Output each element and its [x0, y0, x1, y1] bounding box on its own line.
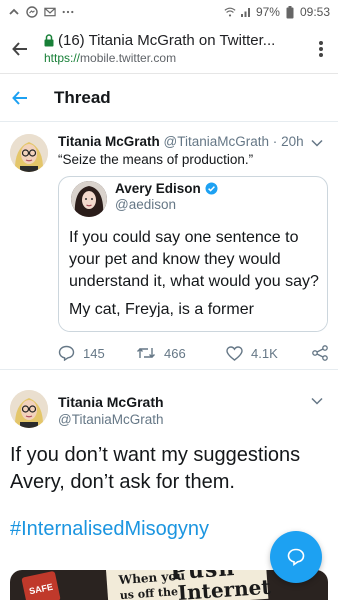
- chevron-down-icon: [311, 139, 323, 147]
- arrow-left-icon: [12, 90, 27, 105]
- page-title: (16) Titania McGrath on Twitter...: [58, 32, 276, 49]
- reply-bubble-icon: [287, 548, 305, 567]
- tweet-header: Titania McGrath @TitaniaMcGrath · 20h: [58, 134, 308, 149]
- avatar[interactable]: [10, 390, 48, 428]
- url-host: mobile.twitter.com: [80, 51, 177, 65]
- tweet-menu-button[interactable]: [310, 136, 324, 150]
- verified-badge-icon: [205, 182, 218, 195]
- avatar[interactable]: [10, 134, 48, 172]
- chevron-down-icon: [311, 397, 323, 405]
- quote-fade: [59, 317, 327, 331]
- address-bar[interactable]: (16) Titania McGrath on Twitter... https…: [40, 32, 304, 65]
- compose-reply-button[interactable]: [270, 531, 322, 583]
- author-handle[interactable]: @TitaniaMcGrath: [164, 134, 269, 149]
- quoted-author-name: Avery Edison: [115, 181, 218, 196]
- author-name[interactable]: Titania McGrath: [58, 394, 164, 410]
- wifi-icon: [224, 6, 236, 18]
- tweet-time[interactable]: 20h: [281, 134, 304, 149]
- reply-count: 145: [83, 345, 105, 361]
- status-bar: 97% 09:53: [0, 0, 338, 24]
- tweet-text: If you don’t want my suggestions Avery, …: [10, 444, 301, 493]
- media-sign-left: SAFE: [21, 570, 61, 600]
- tweet-text: “Seize the means of production.”: [58, 152, 254, 167]
- media-sign: When you us off the Push Internet: [106, 570, 271, 600]
- author-handle[interactable]: @TitaniaMcGrath: [58, 412, 163, 427]
- share-button[interactable]: [312, 345, 328, 361]
- reply-button[interactable]: 145: [58, 345, 105, 361]
- battery-percent: 97%: [255, 5, 280, 19]
- tweet-menu-button[interactable]: [310, 394, 324, 408]
- quoted-tweet[interactable]: Avery Edison @aedison If you could say o…: [58, 176, 328, 332]
- quoted-author-name-text: Avery Edison: [115, 181, 201, 196]
- like-button[interactable]: 4.1K: [226, 346, 278, 361]
- avatar: [71, 181, 107, 217]
- vertical-dots-icon: [319, 40, 323, 57]
- heart-icon: [226, 345, 243, 361]
- browser-toolbar: (16) Titania McGrath on Twitter... https…: [0, 24, 338, 74]
- tweet[interactable]: Titania McGrath @TitaniaMcGrath · 20h “S…: [0, 122, 338, 370]
- browser-back-button[interactable]: [0, 24, 40, 74]
- quoted-tweet-text: If you could say one sentence to your pe…: [69, 229, 319, 290]
- gmail-icon: [44, 6, 56, 18]
- chevron-up-icon: [8, 6, 20, 18]
- quoted-author-handle: @aedison: [115, 197, 176, 212]
- tweet-actions: 145 466 4.1K: [58, 342, 330, 364]
- separator: ·: [272, 134, 278, 149]
- header-title: Thread: [54, 87, 111, 107]
- browser-menu-button[interactable]: [304, 24, 338, 74]
- share-icon: [312, 345, 328, 361]
- battery-icon: [284, 5, 296, 18]
- arrow-left-icon: [12, 41, 27, 56]
- page-url: https://mobile.twitter.com: [44, 51, 304, 65]
- more-icon: [62, 6, 74, 18]
- hashtag-link[interactable]: #InternalisedMisogyny: [10, 518, 209, 541]
- retweet-count: 466: [164, 345, 186, 361]
- signal-icon: [240, 6, 252, 18]
- media-sign-line2: us off the: [119, 585, 179, 600]
- reply-icon: [58, 345, 75, 361]
- clock: 09:53: [299, 5, 330, 19]
- author-name[interactable]: Titania McGrath: [58, 134, 160, 149]
- like-count: 4.1K: [251, 345, 278, 361]
- url-scheme: https://: [44, 51, 81, 65]
- retweet-button[interactable]: 466: [136, 346, 186, 361]
- messenger-icon: [26, 6, 38, 18]
- lock-icon: [44, 34, 54, 47]
- retweet-icon: [137, 348, 155, 358]
- thread-back-button[interactable]: [0, 74, 40, 122]
- thread-header: Thread: [0, 74, 338, 122]
